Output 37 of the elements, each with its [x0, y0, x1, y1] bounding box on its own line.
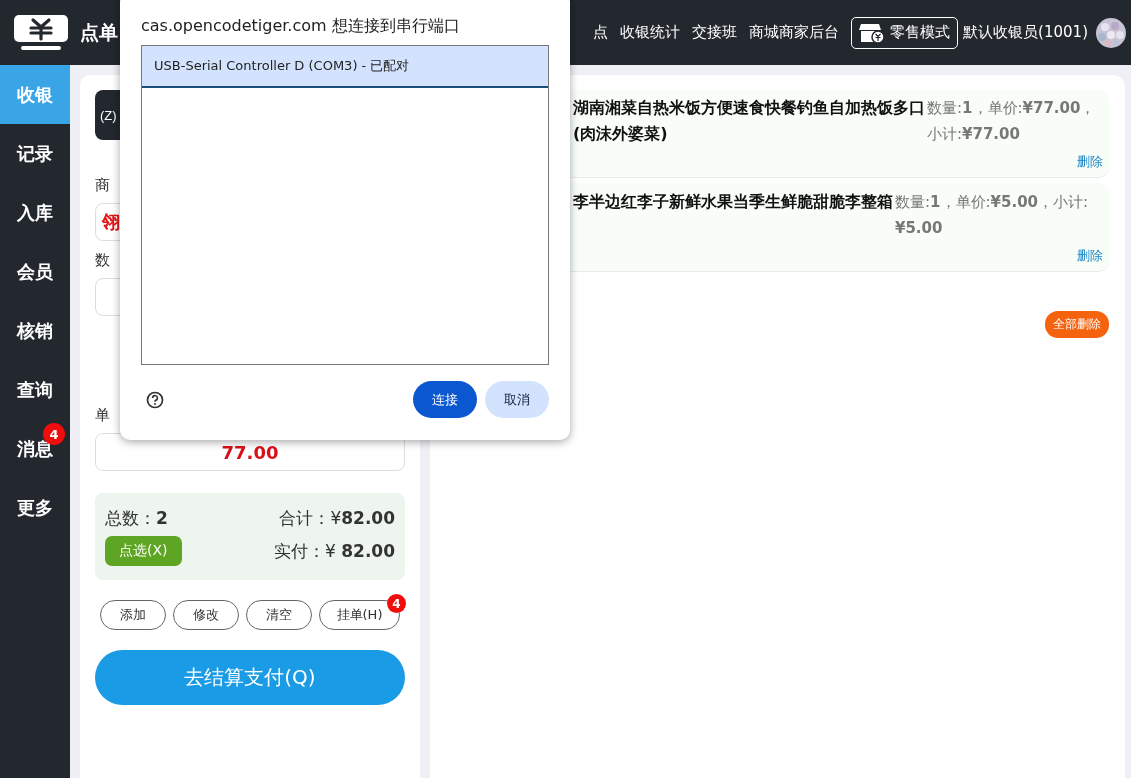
- mode-button[interactable]: 零售模式: [851, 16, 959, 49]
- count-text: 总数：2: [105, 507, 168, 530]
- sidebar-item[interactable]: 核销: [0, 301, 70, 360]
- item-name: 湖南湘菜自热米饭方便速食快餐钓鱼自加热饭多口 (肉沫外婆菜): [573, 97, 925, 145]
- shop-icon: [859, 21, 886, 44]
- field-label: 单: [95, 406, 111, 425]
- count-badge: 4: [387, 594, 406, 613]
- sidebar-item[interactable]: 会员: [0, 242, 70, 301]
- nav-link[interactable]: 交接班: [692, 23, 738, 42]
- action-button[interactable]: 清空: [246, 600, 312, 630]
- delete-link[interactable]: 删除: [1077, 247, 1103, 265]
- dialog-title: cas.opencodetiger.com 想连接到串行端口: [141, 16, 461, 37]
- field-label: 商: [95, 176, 111, 195]
- item-detail: 数量:1，单价:¥5.00，小计:¥5.00: [895, 192, 1090, 239]
- user-name: 默认收银员(1001): [963, 23, 1088, 42]
- paid-text: 实付：¥ 82.00: [274, 539, 395, 563]
- field-label: 数: [95, 251, 111, 270]
- app-title: 点单: [80, 19, 118, 45]
- nav-link[interactable]: 收银统计: [620, 23, 681, 42]
- item-name: 李半边红李子新鲜水果当季生鲜脆甜脆李整箱: [573, 191, 893, 213]
- total-text: 合计：¥82.00: [279, 507, 395, 530]
- nav-link[interactable]: 商城商家后台: [749, 23, 840, 42]
- action-button[interactable]: 添加: [100, 600, 166, 630]
- port-item[interactable]: USB-Serial Controller D (COM3) - 已配对: [142, 46, 548, 88]
- avatar-icon[interactable]: [1096, 17, 1126, 48]
- action-button[interactable]: 修改: [173, 600, 239, 630]
- nav-link[interactable]: 点: [593, 23, 609, 42]
- help-icon[interactable]: [146, 390, 164, 409]
- item-detail: 数量:1，单价:¥77.00，小计:¥77.00: [927, 98, 1097, 145]
- logo-icon: [13, 13, 69, 52]
- cancel-button[interactable]: 取消: [485, 381, 549, 418]
- connect-button[interactable]: 连接: [413, 381, 477, 418]
- delete-link[interactable]: 删除: [1077, 153, 1103, 171]
- sidebar-item[interactable]: 查询: [0, 360, 70, 419]
- sidebar-item[interactable]: 入库: [0, 183, 70, 242]
- sidebar-item[interactable]: 更多: [0, 478, 70, 537]
- sidebar-item[interactable]: 记录: [0, 124, 70, 183]
